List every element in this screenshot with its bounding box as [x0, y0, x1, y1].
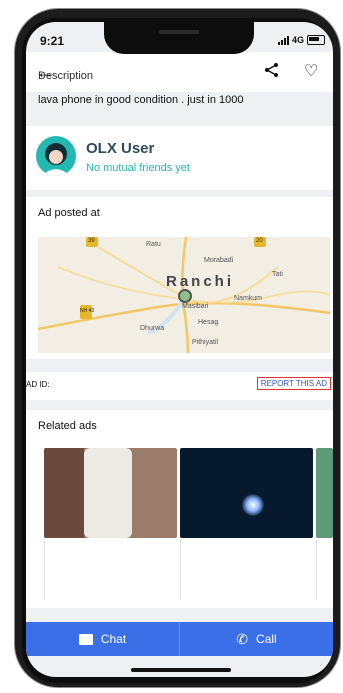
home-indicator[interactable] [131, 668, 231, 672]
ad-id-row: AD ID: REPORT THIS AD [26, 372, 333, 400]
ad-id-label: AD ID: [26, 380, 50, 389]
chat-label: Chat [100, 632, 127, 646]
speaker [159, 30, 199, 34]
map-label-masibari: Masibari [182, 303, 209, 310]
related-ad-thumbnail[interactable] [44, 448, 177, 538]
seller-name[interactable]: OLX User [86, 140, 154, 157]
map-label-namkum: Namkum [234, 295, 263, 302]
related-ad-details[interactable] [44, 540, 178, 600]
related-ad-thumbnail[interactable] [316, 448, 333, 538]
related-ad-details[interactable] [180, 540, 314, 600]
related-ad-thumbnail[interactable] [180, 448, 313, 538]
chat-button[interactable]: Chat [26, 622, 179, 656]
battery-icon [307, 35, 325, 45]
description-text: lava phone in good condition . just in 1… [38, 94, 244, 106]
status-time: 9:21 [40, 34, 65, 48]
avatar [36, 136, 76, 176]
related-ads-section: Related ads [26, 410, 333, 608]
call-label: Call [256, 632, 277, 646]
description-title: Description [38, 70, 94, 82]
mutual-friends-text: No mutual friends yet [86, 162, 190, 174]
related-ads-title: Related ads [38, 420, 97, 432]
map-badge-20: 20 [256, 238, 263, 244]
map-label-ranchi: Ranchi [166, 273, 235, 290]
network-label: 4G [291, 35, 304, 45]
app-screen: 9:21 4G ← ♡ Description lava phone in go… [26, 22, 333, 677]
report-ad-link[interactable]: REPORT THIS AD [256, 377, 331, 390]
map-badge-39: 39 [88, 238, 95, 244]
map-label-hesag: Hesag [198, 319, 219, 326]
status-icons: 4G [277, 35, 325, 45]
user-avatar-icon [42, 143, 70, 176]
heart-icon[interactable]: ♡ [304, 61, 318, 81]
share-icon[interactable] [264, 62, 280, 78]
map-label-ratu: Ratu [146, 241, 161, 248]
map-badge-43: NH 43 [80, 308, 95, 314]
call-button[interactable]: ✆ Call [179, 622, 333, 656]
phone-icon: ✆ [236, 630, 249, 647]
signal-icon [277, 35, 289, 45]
related-ad-details[interactable] [316, 540, 333, 600]
bottom-action-bar: Chat ✆ Call [26, 622, 333, 656]
map-label-tati: Tati [272, 271, 283, 278]
map-label-dhurwa: Dhurwa [140, 325, 165, 332]
phone-device: 9:21 4G ← ♡ Description lava phone in go… [0, 0, 343, 693]
location-map[interactable]: 39 20 NH 43 Ratu Morabadi Tati Ranchi Na… [38, 237, 330, 353]
map-label-pithiyatil: Pithiyatil [192, 339, 219, 346]
location-card: Ad posted at 39 20 NH 43 Ratu Morabadi T… [26, 197, 333, 359]
location-pin-icon [178, 289, 192, 303]
chat-icon [78, 633, 93, 645]
phone-photo [84, 448, 132, 538]
seller-card[interactable]: OLX User No mutual friends yet [26, 126, 333, 190]
map-label-morabadi: Morabadi [204, 257, 234, 264]
ad-posted-heading: Ad posted at [38, 207, 100, 219]
notch [104, 22, 254, 54]
